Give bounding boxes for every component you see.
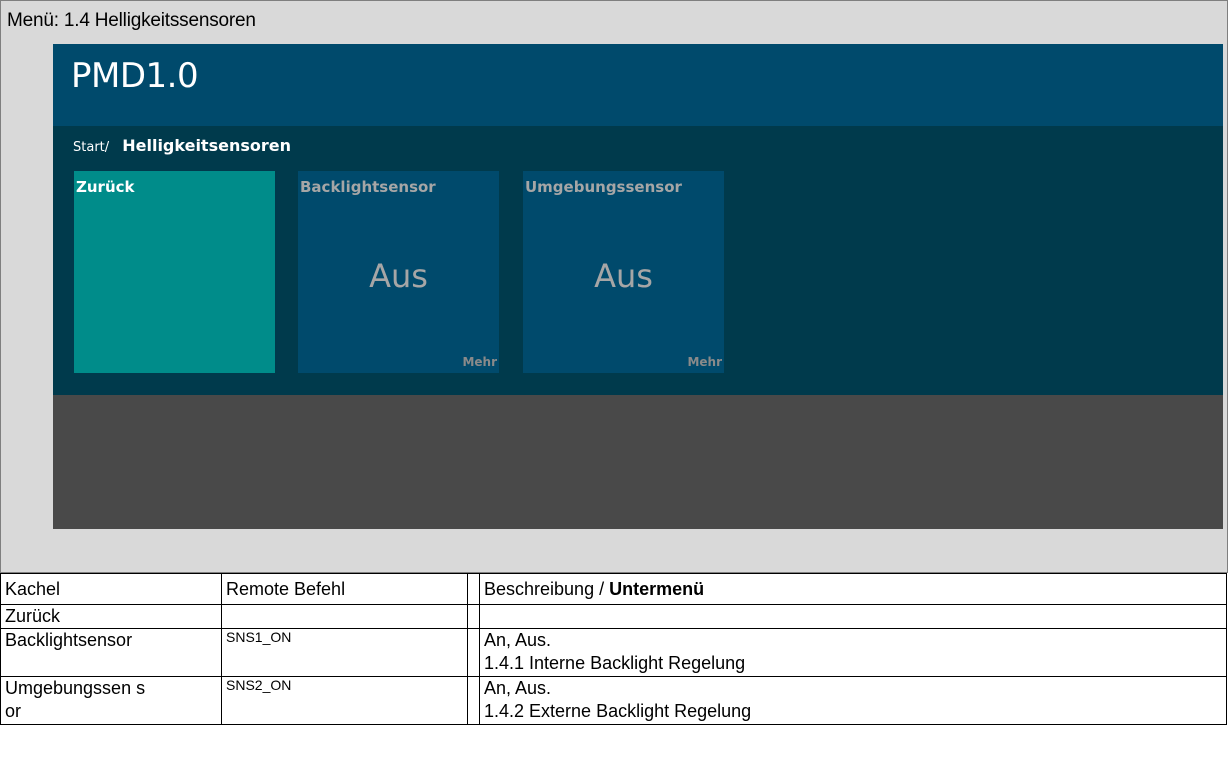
desc-line-2: 1.4.1 Interne Backlight Regelung	[484, 653, 746, 673]
table-row: Backlightsensor SNS1_ON An, Aus. 1.4.1 In…	[0, 628, 1227, 677]
header-description: Beschreibung / Untermenü	[479, 573, 1227, 605]
desc-line-1: An, Aus.	[484, 630, 552, 650]
tile-back-title: Zurück	[76, 178, 135, 196]
column-gap	[467, 573, 480, 605]
table-header-row: Kachel Remote Befehl Beschreibung / Unte…	[0, 573, 1227, 605]
tile-backlight-title: Backlightsensor	[300, 178, 436, 196]
cell-remote	[221, 604, 468, 629]
cell-description: An, Aus. 1.4.2 Externe Backlight Regelung	[479, 676, 1227, 725]
header-desc-highlight: Untermenü	[609, 578, 705, 599]
tile-backlight-value: Aus	[369, 257, 428, 295]
desc-line-1: An, Aus.	[484, 678, 552, 698]
table-row: Zurück	[0, 604, 1227, 629]
cell-kachel: Umgebungssen sor	[0, 676, 222, 725]
app-body: Start/ Helligkeitsensoren Zurück Backlig…	[53, 126, 1223, 395]
header-desc-prefix: Beschreibung /	[484, 578, 610, 599]
tile-info-table: Kachel Remote Befehl Beschreibung / Unte…	[0, 573, 1227, 725]
cell-description	[479, 604, 1227, 629]
menu-panel: Menü: 1.4 Helligkeitssensoren PMD1.0 Sta…	[0, 0, 1228, 573]
cell-remote: SNS1_ON	[221, 628, 468, 677]
app-title: PMD1.0	[71, 56, 199, 96]
header-kachel: Kachel	[0, 573, 222, 605]
cell-kachel: Zurück	[0, 604, 222, 629]
column-gap	[467, 604, 480, 629]
breadcrumb-current: Helligkeitsensoren	[122, 136, 291, 155]
app-header: PMD1.0	[53, 44, 1223, 126]
header-remote: Remote Befehl	[221, 573, 468, 605]
desc-line-2: 1.4.2 Externe Backlight Regelung	[484, 701, 752, 721]
tile-backlight-sensor[interactable]: Backlightsensor Aus Mehr	[298, 171, 499, 373]
column-gap	[467, 628, 480, 677]
tile-ambient-value: Aus	[594, 257, 653, 295]
tile-ambient-title: Umgebungssensor	[525, 178, 682, 196]
tile-backlight-more: Mehr	[462, 355, 497, 369]
column-gap	[467, 676, 480, 725]
breadcrumb-start-link[interactable]: Start/	[73, 140, 109, 155]
tile-back[interactable]: Zurück	[74, 171, 275, 373]
app-screen: PMD1.0 Start/ Helligkeitsensoren Zurück …	[53, 44, 1223, 529]
cell-kachel: Backlightsensor	[0, 628, 222, 677]
menu-title: Menü: 1.4 Helligkeitssensoren	[7, 10, 256, 31]
tile-ambient-more: Mehr	[687, 355, 722, 369]
cell-description: An, Aus. 1.4.1 Interne Backlight Regelung	[479, 628, 1227, 677]
table-row: Umgebungssen sor SNS2_ON An, Aus. 1.4.2 E…	[0, 676, 1227, 725]
breadcrumb: Start/ Helligkeitsensoren	[73, 136, 291, 155]
tile-ambient-sensor[interactable]: Umgebungssensor Aus Mehr	[523, 171, 724, 373]
cell-kachel-text: Umgebungssen sor	[5, 678, 146, 721]
cell-remote: SNS2_ON	[221, 676, 468, 725]
